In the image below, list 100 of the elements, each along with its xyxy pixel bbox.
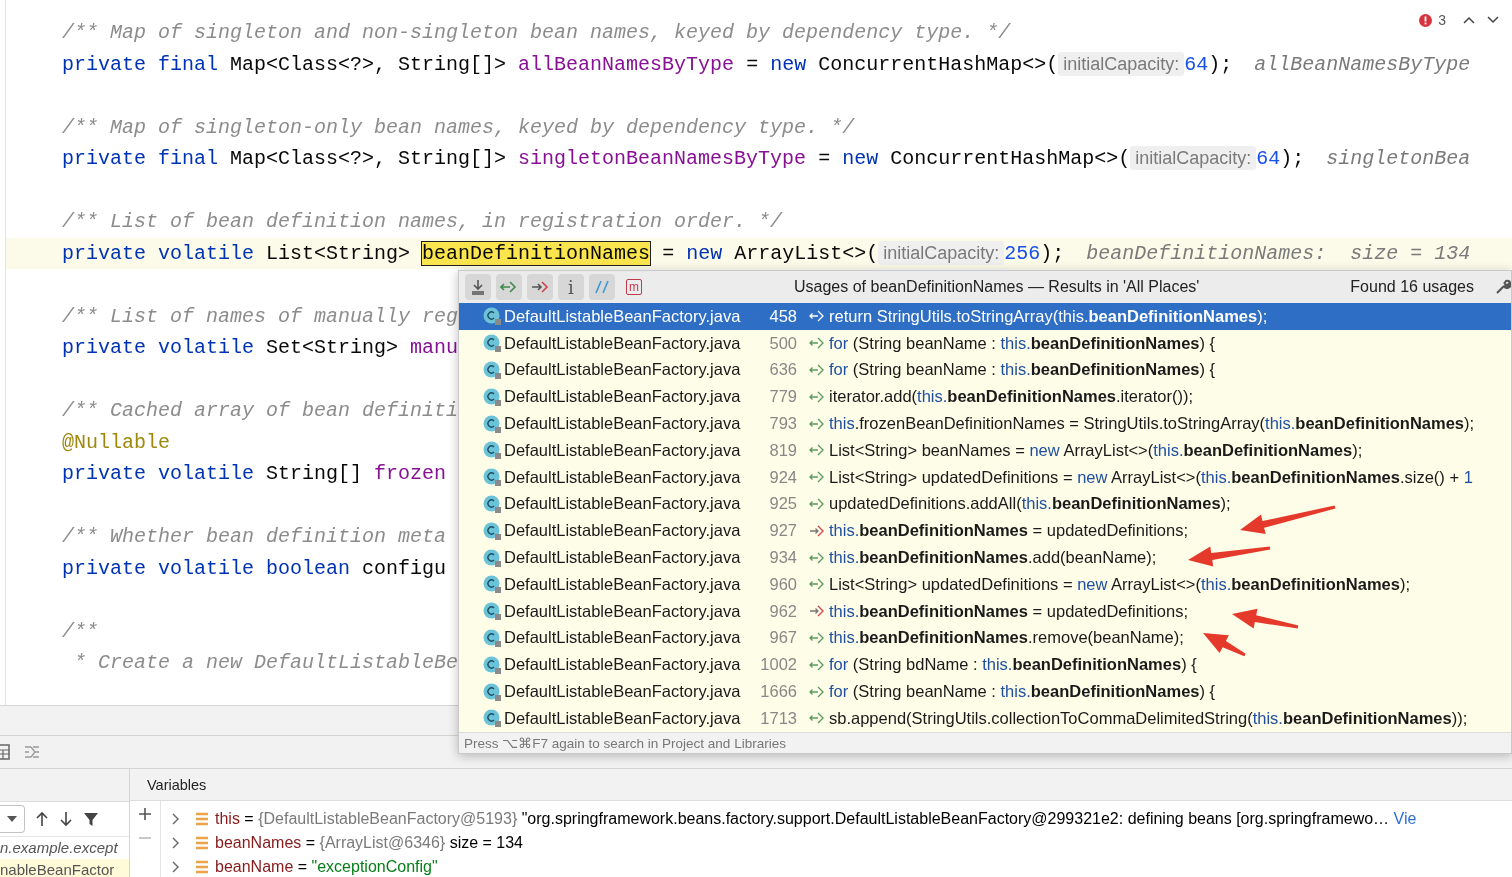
- stack-frame[interactable]: nableBeanFactor: [0, 859, 129, 877]
- usage-row[interactable]: DefaultListableBeanFactory.java 924 List<String> updatedDefinitions = new ArrayList<>(this.beanDefinitionNames.size() + 1: [459, 463, 1511, 491]
- line-number: 636: [768, 360, 797, 380]
- usage-count: Found 16 usages: [1350, 278, 1474, 296]
- usage-row[interactable]: DefaultListableBeanFactory.java 793 this.frozenBeanDefinitionNames = StringUtils.toStringArray(this.beanDefinitionNames);: [459, 410, 1511, 437]
- code-line: private volatile boolean configu: [61, 555, 447, 582]
- usage-row[interactable]: DefaultListableBeanFactory.java 927 this.beanDefinitionNames = updatedDefinitions;: [459, 517, 1511, 545]
- file-name: DefaultListableBeanFactory.java: [504, 494, 742, 514]
- toolbar-button[interactable]: m: [626, 279, 642, 295]
- usage-row[interactable]: DefaultListableBeanFactory.java 934 this.beanDefinitionNames.add(beanName);: [459, 544, 1511, 571]
- code-line: private volatile List<String> beanDefinitionNames = new ArrayList<>( initialCapacity: 256); beanDefinitionNames: size = 134: [61, 239, 1471, 267]
- read-access-icon: [809, 657, 825, 672]
- class-icon: [483, 682, 501, 701]
- filter-icon[interactable]: [83, 811, 99, 827]
- usage-code: this.beanDefinitionNames = updatedDefinitions;: [829, 521, 1189, 541]
- class-icon: [483, 655, 501, 674]
- file-name: DefaultListableBeanFactory.java: [504, 440, 742, 460]
- code-line: private final Map<Class<?>, String[]> singletonBeanNamesByType = new ConcurrentHashMap<>( initialCapacity: 64); singletonBea: [61, 145, 1471, 172]
- usage-code: List<String> updatedDefinitions = new ArrayList<>(this.beanDefinitionNames);: [829, 574, 1410, 594]
- next-icon[interactable]: [1486, 15, 1500, 25]
- code-line: /** List of names of manually reg: [61, 303, 459, 330]
- file-name: DefaultListableBeanFactory.java: [504, 655, 742, 675]
- line-number: 924: [768, 467, 797, 487]
- class-icon: [483, 441, 501, 460]
- line-number: 967: [768, 628, 797, 648]
- class-icon: [483, 361, 501, 379]
- field-icon: [195, 836, 209, 850]
- usage-code: for (String bdName : this.beanDefinitionNames) {: [829, 655, 1197, 675]
- calculator-icon[interactable]: [0, 744, 10, 760]
- popup-title: Usages of beanDefinitionNames — Results in 'All Places': [794, 278, 1200, 296]
- usage-row[interactable]: DefaultListableBeanFactory.java 819 List<String> beanNames = new ArrayList<>(this.beanDefinitionNames);: [459, 437, 1511, 464]
- down-arrow-icon[interactable]: [59, 811, 73, 827]
- add-icon[interactable]: [138, 807, 152, 821]
- code-line: /** Cached array of bean definiti: [61, 398, 459, 424]
- read-access-icon: [809, 711, 825, 726]
- annotation-arrow: [1232, 608, 1299, 629]
- usage-row[interactable]: DefaultListableBeanFactory.java 962 this.beanDefinitionNames = updatedDefinitions;: [459, 597, 1511, 625]
- code-line: /** Map of singleton-only bean names, keyed by dependency type. */: [61, 114, 855, 141]
- class-icon: [483, 468, 501, 487]
- field-icon: [195, 860, 209, 874]
- line-number: 819: [768, 440, 797, 460]
- up-arrow-icon[interactable]: [35, 811, 49, 827]
- write-access-icon: [809, 604, 825, 619]
- file-name: DefaultListableBeanFactory.java: [504, 306, 742, 326]
- file-name: DefaultListableBeanFactory.java: [504, 628, 742, 648]
- usage-row[interactable]: DefaultListableBeanFactory.java 1002 for (String bdName : this.beanDefinitionNames) {: [459, 651, 1511, 679]
- usage-row[interactable]: DefaultListableBeanFactory.java 779 iterator.add(this.beanDefinitionNames.iterator());: [459, 383, 1511, 411]
- read-access-icon: [809, 630, 825, 645]
- usage-row[interactable]: DefaultListableBeanFactory.java 458 return StringUtils.toStringArray(this.beanDefinitionNames);: [459, 303, 1511, 330]
- variable-value: this = {DefaultListableBeanFactory@5193} "org.springframework.beans.factory.support.DefaultListableBeanFactory@299321e2: defining beans [org.springframewo… Vie: [215, 810, 1417, 828]
- view-link[interactable]: Vie: [1393, 810, 1417, 827]
- read-access-icon: [809, 577, 825, 592]
- usage-row[interactable]: DefaultListableBeanFactory.java 967 this.beanDefinitionNames.remove(beanName);: [459, 624, 1511, 652]
- class-icon: [483, 414, 501, 433]
- read-access-icon: [809, 309, 825, 324]
- collapse-icon: [470, 279, 486, 295]
- file-name: DefaultListableBeanFactory.java: [504, 708, 742, 728]
- usage-code: this.beanDefinitionNames.add(beanName);: [829, 548, 1157, 568]
- class-icon: [483, 709, 501, 728]
- code-line: private volatile Set<String> manu: [61, 335, 459, 361]
- code-line: /**: [61, 618, 98, 645]
- error-count: 3: [1438, 12, 1446, 28]
- previous-icon[interactable]: [1462, 15, 1476, 25]
- comment-icon: [594, 279, 610, 295]
- expand-icon[interactable]: [171, 837, 181, 849]
- settings-icon[interactable]: [1495, 279, 1511, 295]
- thread-dropdown[interactable]: [0, 805, 25, 833]
- variable-value: beanNames = {ArrayList@6346} size = 134: [215, 834, 523, 852]
- usage-code: this.frozenBeanDefinitionNames = StringUtils.toStringArray(this.beanDefinitionNames);: [829, 414, 1475, 434]
- code-line: /** List of bean definition names, in registration order. */: [61, 209, 783, 235]
- class-icon: [483, 494, 501, 513]
- expand-icon[interactable]: [171, 861, 181, 873]
- class-icon: [483, 602, 501, 621]
- toolbar-button[interactable]: [465, 274, 491, 300]
- line-number: 500: [768, 333, 797, 353]
- panel-title: Variables: [130, 769, 1512, 801]
- usage-row[interactable]: DefaultListableBeanFactory.java 636 for (String beanName : this.beanDefinitionNames) {: [459, 356, 1511, 384]
- usage-row[interactable]: DefaultListableBeanFactory.java 1666 for (String beanName : this.beanDefinitionNames) {: [459, 678, 1511, 705]
- read-access-icon: [809, 336, 825, 351]
- write-access-icon: [531, 279, 549, 295]
- usage-row[interactable]: DefaultListableBeanFactory.java 500 for (String beanName : this.beanDefinitionNames) {: [459, 329, 1511, 357]
- class-icon: [483, 575, 501, 594]
- usage-row[interactable]: DefaultListableBeanFactory.java 925 updatedDefinitions.addAll(this.beanDefinitionNames);: [459, 490, 1511, 518]
- usage-row[interactable]: DefaultListableBeanFactory.java 1713 sb.append(StringUtils.collectionToCommaDelimitedString(this.beanDefinitionNames));: [459, 704, 1511, 732]
- code-line: /** Whether bean definition meta: [61, 524, 447, 550]
- expand-icon[interactable]: [171, 813, 181, 825]
- toolbar-button[interactable]: [527, 274, 553, 300]
- caret-icon: [6, 815, 18, 823]
- file-name: DefaultListableBeanFactory.java: [504, 360, 742, 380]
- class-icon: [483, 387, 501, 406]
- line-number: 793: [768, 414, 797, 434]
- toolbar-button[interactable]: i: [558, 274, 584, 300]
- line-number: 1666: [759, 682, 797, 702]
- read-access-icon: [809, 496, 825, 511]
- usage-row[interactable]: DefaultListableBeanFactory.java 960 List<String> updatedDefinitions = new ArrayList<>(this.beanDefinitionNames);: [459, 570, 1511, 598]
- usage-code: updatedDefinitions.addAll(this.beanDefinitionNames);: [829, 494, 1231, 514]
- stack-frame[interactable]: n.example.except: [0, 837, 129, 859]
- usage-code: this.beanDefinitionNames = updatedDefinitions;: [829, 601, 1189, 621]
- usage-code: for (String beanName : this.beanDefinitionNames) {: [829, 333, 1216, 353]
- toolbar-button[interactable]: [496, 274, 522, 300]
